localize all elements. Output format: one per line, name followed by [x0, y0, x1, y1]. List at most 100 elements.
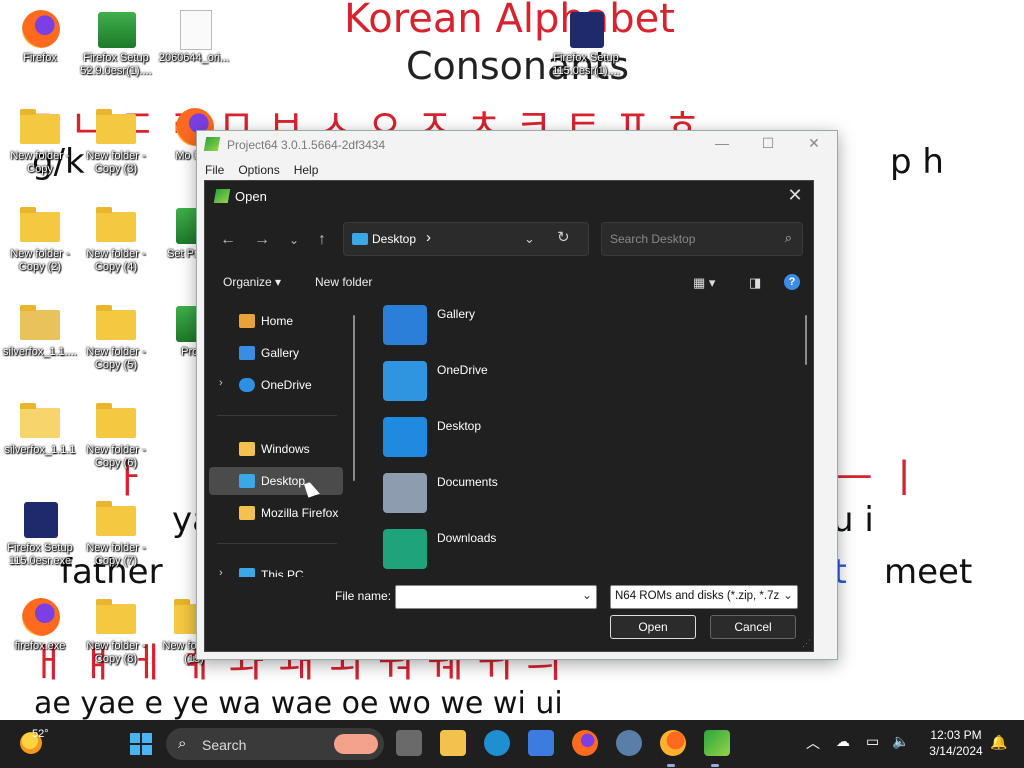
recent-locations-chevron-icon[interactable]: ⌄ — [283, 233, 305, 247]
project64-menubar: File Options Help — [197, 161, 324, 181]
resize-grip-icon[interactable]: ⋰ — [802, 638, 811, 649]
dialog-titlebar[interactable]: Open ✕ — [205, 181, 813, 211]
close-button[interactable]: ✕ — [799, 135, 829, 152]
refresh-icon[interactable]: ↻ — [557, 228, 570, 246]
project64-title: Project64 3.0.1.5664-2df3434 — [227, 138, 386, 152]
address-bar[interactable]: Desktop › ⌄ — [343, 222, 589, 256]
help-icon[interactable]: ? — [784, 274, 800, 290]
list-item-downloads[interactable]: Downloads — [383, 525, 683, 577]
open-button[interactable]: Open — [610, 615, 696, 639]
edge-browser-icon[interactable] — [484, 730, 510, 756]
breadcrumb-chevron-icon[interactable]: › — [426, 229, 431, 246]
expand-chevron-icon[interactable]: › — [219, 567, 223, 577]
search-box[interactable]: Search Desktop ⌕ — [601, 222, 803, 256]
view-options-icon[interactable]: ▦ ▾ — [693, 275, 715, 291]
file-name-dropdown-chevron-icon[interactable]: ⌄ — [582, 588, 592, 602]
running-indicator — [667, 764, 675, 767]
cloud-offline-icon[interactable]: ☁ — [836, 733, 850, 750]
taskbar-search[interactable]: ⌕ Search — [166, 728, 384, 760]
menu-options[interactable]: Options — [238, 163, 279, 177]
file-type-select[interactable]: N64 ROMs and disks (*.zip, *.7z, *.v64 .… — [610, 585, 798, 609]
nav-item-mozilla-firefox[interactable]: Mozilla Firefox — [209, 499, 343, 527]
list-item-documents[interactable]: Documents — [383, 469, 683, 521]
network-icon[interactable]: ▭ — [866, 733, 879, 750]
forward-arrow-icon[interactable]: → — [251, 231, 273, 249]
desktop-icon-new-folder-copy[interactable]: New folder - Copy — [2, 108, 78, 176]
installer-icon — [98, 12, 136, 48]
minimize-button[interactable]: — — [707, 135, 737, 151]
wallpaper-title: Korean Alphabet — [344, 0, 675, 42]
desktop-icon-new-folder-copy-4[interactable]: New folder - Copy (4) — [78, 206, 154, 274]
installer-box-icon — [570, 12, 604, 48]
organize-button[interactable]: Organize ▾ — [223, 275, 281, 289]
documents-folder-icon — [383, 473, 427, 513]
folder-icon — [96, 501, 136, 536]
volume-muted-icon[interactable]: 🔈 — [892, 733, 909, 750]
cancel-button[interactable]: Cancel — [710, 615, 796, 639]
menu-help[interactable]: Help — [294, 163, 319, 177]
desktop-icon-new-folder-copy-8[interactable]: New folder - Copy (8) — [78, 598, 154, 666]
project64-titlebar[interactable]: Project64 3.0.1.5664-2df3434 — ☐ ✕ — [197, 131, 837, 159]
maximize-button[interactable]: ☐ — [753, 135, 783, 152]
start-button[interactable] — [130, 733, 152, 755]
desktop-icon-firefox-setup-115-1[interactable]: Firefox Setup 115.0esr(1).... — [548, 10, 624, 78]
expand-chevron-icon[interactable]: › — [219, 377, 223, 389]
tray-overflow-chevron-icon[interactable]: ︿ — [806, 733, 820, 753]
list-item-onedrive[interactable]: OneDrive — [383, 357, 683, 409]
up-arrow-icon[interactable]: ↑ — [311, 231, 333, 249]
firefox-icon[interactable] — [572, 730, 598, 756]
gallery-icon — [239, 346, 255, 360]
file-list-scrollbar[interactable] — [805, 315, 807, 365]
dialog-toolbar: Organize ▾ New folder ▦ ▾ ◨ ? — [205, 267, 813, 297]
list-item-gallery[interactable]: Gallery — [383, 301, 683, 353]
taskbar-search-label: Search — [202, 737, 247, 753]
new-folder-button[interactable]: New folder — [315, 275, 372, 289]
dialog-close-button[interactable]: ✕ — [783, 185, 807, 206]
desktop-icon-new-folder-copy-5[interactable]: New folder - Copy (5) — [78, 304, 154, 372]
preview-pane-icon[interactable]: ◨ — [749, 275, 761, 291]
file-name-input[interactable]: ⌄ — [395, 585, 597, 609]
nav-item-onedrive[interactable]: › OneDrive — [209, 371, 343, 399]
notification-bell-icon[interactable]: 🔔 — [990, 734, 1007, 751]
settings-gear-icon[interactable] — [616, 730, 642, 756]
project64-icon[interactable] — [704, 730, 730, 756]
nav-item-home[interactable]: Home — [209, 307, 343, 335]
search-highlight-image — [334, 734, 378, 754]
desktop-icon-silverfox-zip[interactable]: silverfox_1.1.... — [2, 304, 78, 359]
desktop-icon-image-file[interactable]: 2060644_ori... — [156, 10, 232, 65]
desktop-icon-new-folder-copy-3[interactable]: New folder - Copy (3) — [78, 108, 154, 176]
desktop-icon-firefox-setup-115[interactable]: Firefox Setup 115.0esr.exe — [2, 500, 78, 568]
desktop-icon-silverfox-folder[interactable]: silverfox_1.1.1 — [2, 402, 78, 457]
project64-logo-icon — [213, 189, 231, 203]
nav-item-windows[interactable]: Windows — [209, 435, 343, 463]
firefox-icon — [22, 598, 60, 636]
nav-divider — [217, 543, 337, 544]
folder-icon — [239, 506, 255, 520]
wallpaper-diphthong-roman: ae yae e ye wa wae oe wo we wi ui — [34, 686, 563, 720]
desktop-folder-icon — [239, 474, 255, 488]
file-name-label: File name: — [335, 589, 392, 603]
microsoft-store-icon[interactable] — [528, 730, 554, 756]
system-clock[interactable]: 12:03 PM 3/14/2024 — [920, 727, 992, 759]
task-view-icon[interactable] — [396, 730, 422, 756]
list-item-desktop[interactable]: Desktop — [383, 413, 683, 465]
desktop-icon-firefox-setup-52[interactable]: Firefox Setup 52.9.0esr(1).... — [78, 10, 154, 78]
firefox-esr-icon[interactable] — [660, 730, 686, 756]
file-explorer-icon[interactable] — [440, 730, 466, 756]
folder-icon — [96, 403, 136, 438]
folder-icon — [20, 207, 60, 242]
desktop-icon-new-folder-copy-6[interactable]: New folder - Copy (6) — [78, 402, 154, 470]
nav-item-gallery[interactable]: Gallery — [209, 339, 343, 367]
desktop-icon-firefox[interactable]: Firefox — [2, 10, 78, 65]
menu-file[interactable]: File — [205, 163, 224, 177]
desktop-icon-new-folder-copy-7[interactable]: New folder - Copy (7) — [78, 500, 154, 568]
back-arrow-icon[interactable]: ← — [217, 231, 239, 249]
nav-scrollbar[interactable] — [353, 315, 355, 481]
nav-item-this-pc[interactable]: › This PC — [209, 561, 343, 577]
search-icon: ⌕ — [178, 735, 187, 752]
nav-item-desktop[interactable]: Desktop — [209, 467, 343, 495]
desktop-icon-firefox-exe[interactable]: firefox.exe — [2, 598, 78, 653]
file-type-value: N64 ROMs and disks (*.zip, *.7z, *.v64 .… — [615, 590, 779, 602]
address-dropdown-chevron-icon[interactable]: ⌄ — [524, 231, 535, 247]
desktop-icon-new-folder-copy-2[interactable]: New folder - Copy (2) — [2, 206, 78, 274]
